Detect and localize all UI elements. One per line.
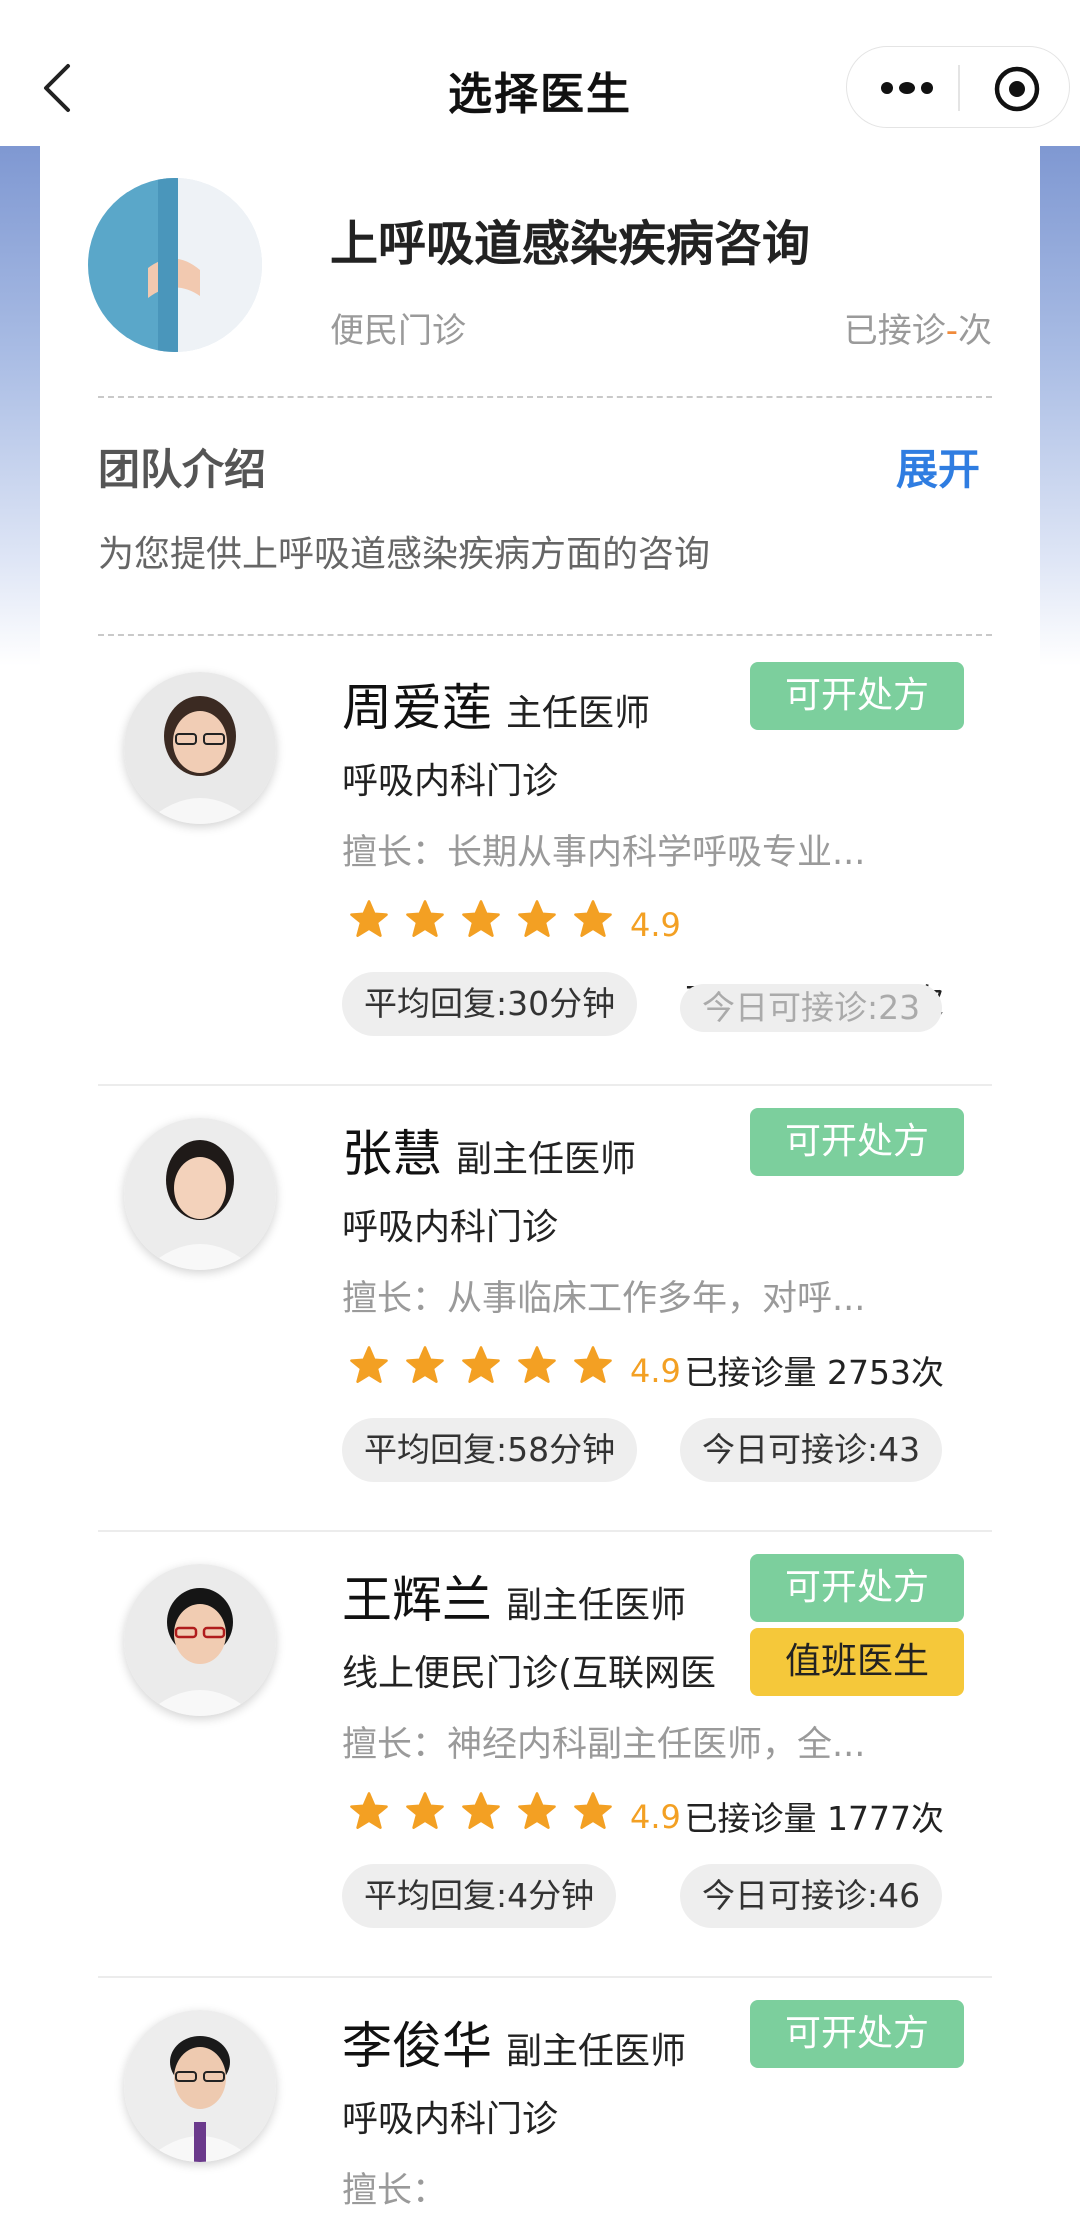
- doctor-separator: [98, 1084, 992, 1086]
- team-description: 为您提供上呼吸道感染疾病方面的咨询: [98, 534, 711, 575]
- capsule-divider: [958, 65, 960, 111]
- on-duty-badge: 值班医生: [750, 1628, 964, 1696]
- prescription-badge: 可开处方: [750, 662, 964, 730]
- doctor-name-text: 周爱莲: [342, 679, 492, 737]
- doctor-name: 李俊华 副主任医师: [342, 2006, 686, 2078]
- service-type: 便民门诊: [330, 311, 466, 351]
- doctor-avatar: [124, 2010, 276, 2162]
- team-title: 团队介绍: [98, 445, 267, 494]
- service-image: [88, 178, 262, 352]
- rating-stars: [348, 1790, 614, 1832]
- star-icon: [518, 1346, 556, 1383]
- star-icon: [574, 1792, 612, 1829]
- doctor-rank: 副主任医师: [506, 2031, 687, 2072]
- count-suffix: 次: [958, 311, 992, 351]
- doctor-avatar: [124, 1564, 276, 1716]
- more-dots-icon[interactable]: [877, 71, 937, 105]
- service-title: 上呼吸道感染疾病咨询: [330, 216, 811, 272]
- doctor-card[interactable]: 李俊华 副主任医师 可开处方 呼吸内科门诊 擅长：: [0, 1990, 1080, 2231]
- star-icon: [350, 1792, 388, 1829]
- star-icon: [462, 1346, 500, 1383]
- doctor-name-text: 张慧: [342, 1125, 442, 1183]
- rating-value: 4.9: [630, 1798, 681, 1836]
- expand-button[interactable]: 展开: [896, 436, 980, 497]
- prescription-badge: 可开处方: [750, 1554, 964, 1622]
- doctor-avatar: [124, 1118, 276, 1270]
- doctor-department: 呼吸内科门诊: [342, 2099, 559, 2140]
- star-icon: [462, 900, 500, 937]
- star-icon: [518, 900, 556, 937]
- service-count: 已接诊-次: [844, 303, 992, 352]
- star-icon: [574, 1346, 612, 1383]
- today-available-pill: 今日可接诊:43: [680, 1418, 943, 1482]
- doctor-card[interactable]: 王辉兰 副主任医师 可开处方 线上便民门诊(互联网医 值班医生 擅长：神经内科副主…: [0, 1544, 1080, 1990]
- doctor-name: 张慧 副主任医师: [342, 1114, 636, 1186]
- divider-dashed: [98, 634, 992, 636]
- doctor-department: 呼吸内科门诊: [342, 1207, 559, 1248]
- star-icon: [406, 1792, 444, 1829]
- star-icon: [518, 1792, 556, 1829]
- doctor-separator: [98, 1530, 992, 1532]
- star-icon: [462, 1792, 500, 1829]
- doctor-separator: [98, 1976, 992, 1978]
- doctor-department: 线上便民门诊(互联网医: [342, 1653, 717, 1694]
- doctor-name-text: 王辉兰: [342, 1571, 492, 1629]
- doctor-department: 呼吸内科门诊: [342, 761, 559, 802]
- target-circle-icon[interactable]: [991, 63, 1043, 115]
- count-value: -: [945, 311, 958, 351]
- star-icon: [406, 900, 444, 937]
- doctor-name-text: 李俊华: [342, 2017, 492, 2075]
- doctor-skill: 擅长：: [342, 2171, 448, 2211]
- rating-stars: [348, 1344, 614, 1386]
- today-available-pill: 今日可接诊:46: [680, 1864, 943, 1928]
- rating-value: 4.9: [630, 1352, 681, 1390]
- doctor-card[interactable]: 周爱莲 主任医师 可开处方 呼吸内科门诊 擅长：长期从事内科学呼吸专业... 4.…: [0, 652, 1080, 1098]
- divider-dashed: [98, 396, 992, 398]
- count-prefix: 已接诊: [843, 311, 946, 351]
- star-icon: [574, 900, 612, 937]
- nav-bar: 选择医生: [0, 0, 1080, 146]
- rating-stars: [348, 898, 614, 940]
- mini-program-capsule: [846, 46, 1070, 128]
- prescription-badge: 可开处方: [750, 1108, 964, 1176]
- avg-reply-pill: 平均回复:58分钟: [342, 1418, 638, 1482]
- avg-reply-pill: 平均回复:4分钟: [342, 1864, 617, 1928]
- doctor-name: 王辉兰 副主任医师: [342, 1560, 686, 1632]
- star-icon: [350, 1346, 388, 1383]
- doctor-rank: 副主任医师: [456, 1139, 637, 1180]
- star-icon: [406, 1346, 444, 1383]
- today-available-pill: 今日可接诊:23: [680, 984, 943, 1032]
- consult-volume: 已接诊量 1777次: [684, 1799, 944, 1838]
- doctor-avatar: [124, 672, 276, 824]
- star-icon: [350, 900, 388, 937]
- consult-volume: 已接诊量 2753次: [684, 1353, 944, 1392]
- rating-value: 4.9: [630, 906, 681, 944]
- doctor-card[interactable]: 张慧 副主任医师 可开处方 呼吸内科门诊 擅长：从事临床工作多年，对呼... 4.…: [0, 1098, 1080, 1544]
- doctor-rank: 主任医师: [506, 693, 651, 734]
- prescription-badge: 可开处方: [750, 2000, 964, 2068]
- doctor-rank: 副主任医师: [506, 1585, 687, 1626]
- doctor-name: 周爱莲 主任医师: [342, 668, 650, 740]
- doctor-skill: 擅长：从事临床工作多年，对呼...: [342, 1279, 866, 1319]
- doctor-skill: 擅长：长期从事内科学呼吸专业...: [342, 833, 866, 873]
- doctor-skill: 擅长：神经内科副主任医师，全...: [342, 1725, 866, 1765]
- avg-reply-pill: 平均回复:30分钟: [342, 972, 638, 1036]
